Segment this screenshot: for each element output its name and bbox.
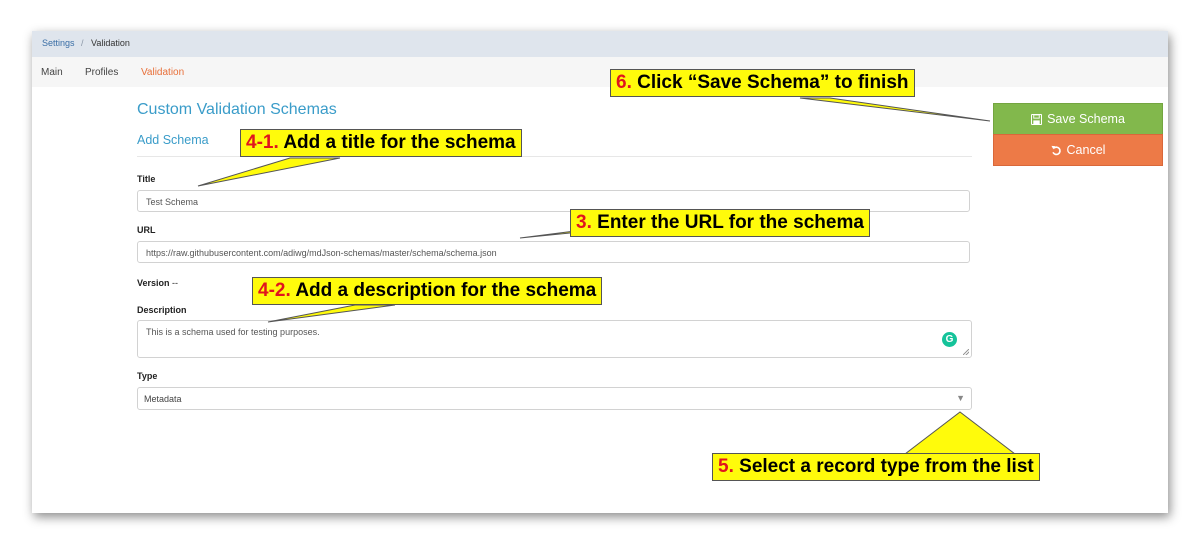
callout-save-text: Click “Save Schema” to finish [637, 72, 909, 93]
callout-save: 6. Click “Save Schema” to finish [610, 69, 915, 97]
callout-type: 5. Select a record type from the list [712, 453, 1040, 481]
callout-title: 4-1. Add a title for the schema [240, 129, 522, 157]
callout-url-number: 3. [576, 212, 592, 233]
callout-type-text: Select a record type from the list [739, 456, 1034, 477]
callout-description-text: Add a description for the schema [295, 280, 597, 301]
callout-url: 3. Enter the URL for the schema [570, 209, 870, 237]
callout-type-number: 5. [718, 456, 734, 477]
callout-url-text: Enter the URL for the schema [597, 212, 864, 233]
callout-description: 4-2. Add a description for the schema [252, 277, 603, 305]
callout-description-number: 4-2. [258, 280, 291, 301]
callout-title-number: 4-1. [246, 132, 279, 153]
callout-save-number: 6. [616, 72, 632, 93]
callout-title-text: Add a title for the schema [283, 132, 516, 153]
